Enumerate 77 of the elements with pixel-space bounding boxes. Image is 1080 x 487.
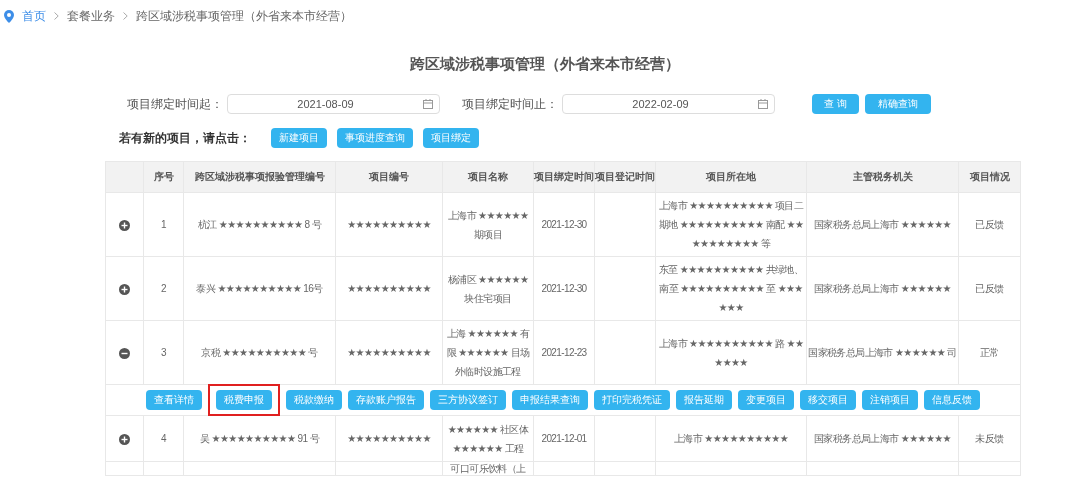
table-cell: 国家税务总局上海市 ★★★★★★ 司 [808, 347, 957, 358]
action-button[interactable]: 事项进度查询 [337, 128, 413, 148]
breadcrumb-item[interactable]: 首页 [22, 7, 46, 25]
field-label: 项目绑定时间止： [462, 95, 558, 113]
date-field[interactable]: 2021-08-09 [227, 94, 440, 114]
query-button[interactable]: 查 询 [812, 94, 859, 114]
table-cell: ★★★★★★★★★★ [347, 347, 431, 358]
location-pin-icon [4, 9, 14, 23]
query-button[interactable]: 精确查询 [864, 94, 931, 114]
breadcrumb-item: 跨区域涉税事项管理（外省来本市经营） [136, 7, 352, 25]
table-cell: 吴 ★★★★★★★★★★ 91 号 [200, 433, 319, 444]
table-cell: 上海市 ★★★★★★★★★★ 项目二期地 ★★★★★★★★★★ 南配 ★★★★★★★★★★ 等 [658, 200, 804, 249]
column-header: 项目绑定时间 [533, 161, 595, 193]
table-cell: 1 [161, 219, 166, 230]
row-action-button[interactable]: 税款缴纳 [286, 390, 342, 410]
row-action-button[interactable]: 变更项目 [738, 390, 794, 410]
row-action-button[interactable]: 查看详情 [146, 390, 202, 410]
row-action-button[interactable]: 打印完税凭证 [594, 390, 670, 410]
action-button[interactable]: 新建项目 [271, 128, 327, 148]
row-action-button[interactable]: 移交项目 [800, 390, 856, 410]
new-project-prompt: 若有新的项目，请点击： [119, 129, 251, 147]
row-action-button[interactable]: 存款账户报告 [348, 390, 424, 410]
field-label: 项目绑定时间起： [127, 95, 223, 113]
expand-icon[interactable] [119, 283, 130, 295]
table-cell: 4 [161, 433, 166, 444]
column-header: 主管税务机关 [806, 161, 959, 193]
table-cell: 京税 ★★★★★★★★★★ 号 [201, 347, 318, 358]
chevron-icon [123, 12, 128, 20]
table-cell: 上海市 ★★★★★★★★★★ 路 ★★★★★★ [658, 337, 804, 368]
table-cell: 2021-12-30 [541, 283, 587, 294]
expand-icon[interactable] [119, 433, 130, 445]
column-header: 跨区域涉税事项报验管理编号 [183, 161, 336, 193]
table-cell: ★★★★★★ 社区体 ★★★★★★ 工程 [447, 423, 529, 454]
table-cell: 2 [161, 283, 166, 294]
table-cell: ★★★★★★★★★★ [347, 219, 431, 230]
table-cell: 东至 ★★★★★★★★★★ 共绿地、南至 ★★★★★★★★★★ 至 ★★★★★★ [658, 264, 804, 313]
column-header: 项目所在地 [655, 161, 807, 193]
breadcrumb-item: 套餐业务 [67, 7, 115, 25]
row-action-button[interactable]: 注销项目 [862, 390, 918, 410]
expand-icon[interactable] [119, 219, 130, 231]
table-cell: 杭江 ★★★★★★★★★★ 8 号 [197, 219, 322, 230]
row-action-button[interactable]: 信息反馈 [924, 390, 980, 410]
row-action-button[interactable]: 申报结果查询 [512, 390, 588, 410]
table-cell: 正常 [980, 347, 999, 358]
table-cell: 杨浦区 ★★★★★★ 块住宅项目 [447, 273, 529, 304]
table-cell: 国家税务总局上海市 ★★★★★★ [814, 283, 951, 294]
table-cell: 上海市 ★★★★★★★★★★ [674, 433, 788, 444]
collapse-icon[interactable] [119, 347, 130, 359]
column-header: 项目编号 [335, 161, 443, 193]
table-cell: ★★★★★★★★★★ [347, 283, 431, 294]
page-title: 跨区域涉税事项管理（外省来本市经营） [409, 55, 681, 74]
table-cell: 国家税务总局上海市 ★★★★★★ [814, 219, 951, 230]
table-cell: 上海 ★★★★★★ 有限 ★★★★★★ 目场外临时设施工程 [446, 328, 530, 377]
row-action-button[interactable]: 三方协议签订 [430, 390, 506, 410]
table-cell: 已反馈 [975, 219, 1004, 230]
table-cell: 2021-12-01 [541, 433, 587, 444]
chevron-icon [54, 12, 59, 20]
action-button[interactable]: 项目绑定 [423, 128, 479, 148]
calendar-icon [758, 99, 768, 109]
table-cell: 3 [161, 347, 166, 358]
table-cell: 未反馈 [975, 433, 1004, 444]
row-action-button[interactable]: 报告延期 [676, 390, 732, 410]
table-cell: 上海市 ★★★★★★ 期项目 [447, 209, 529, 240]
table-cell: 泰兴 ★★★★★★★★★★ 16号 [196, 283, 323, 294]
calendar-icon [423, 99, 433, 109]
row-action-button[interactable]: 税费申报 [216, 390, 272, 410]
table-cell: 可口可乐饮料（上 [450, 463, 526, 474]
table-cell: ★★★★★★★★★★ [347, 433, 431, 444]
date-field[interactable]: 2022-02-09 [562, 94, 775, 114]
table-cell: 国家税务总局上海市 ★★★★★★ [814, 433, 951, 444]
column-header: 项目情况 [958, 161, 1021, 193]
column-header: 项目登记时间 [594, 161, 656, 193]
table-cell: 已反馈 [975, 283, 1004, 294]
column-header: 项目名称 [442, 161, 534, 193]
table-cell: 2021-12-23 [541, 347, 587, 358]
column-header: 序号 [143, 161, 184, 193]
table-cell: 2021-12-30 [541, 219, 587, 230]
